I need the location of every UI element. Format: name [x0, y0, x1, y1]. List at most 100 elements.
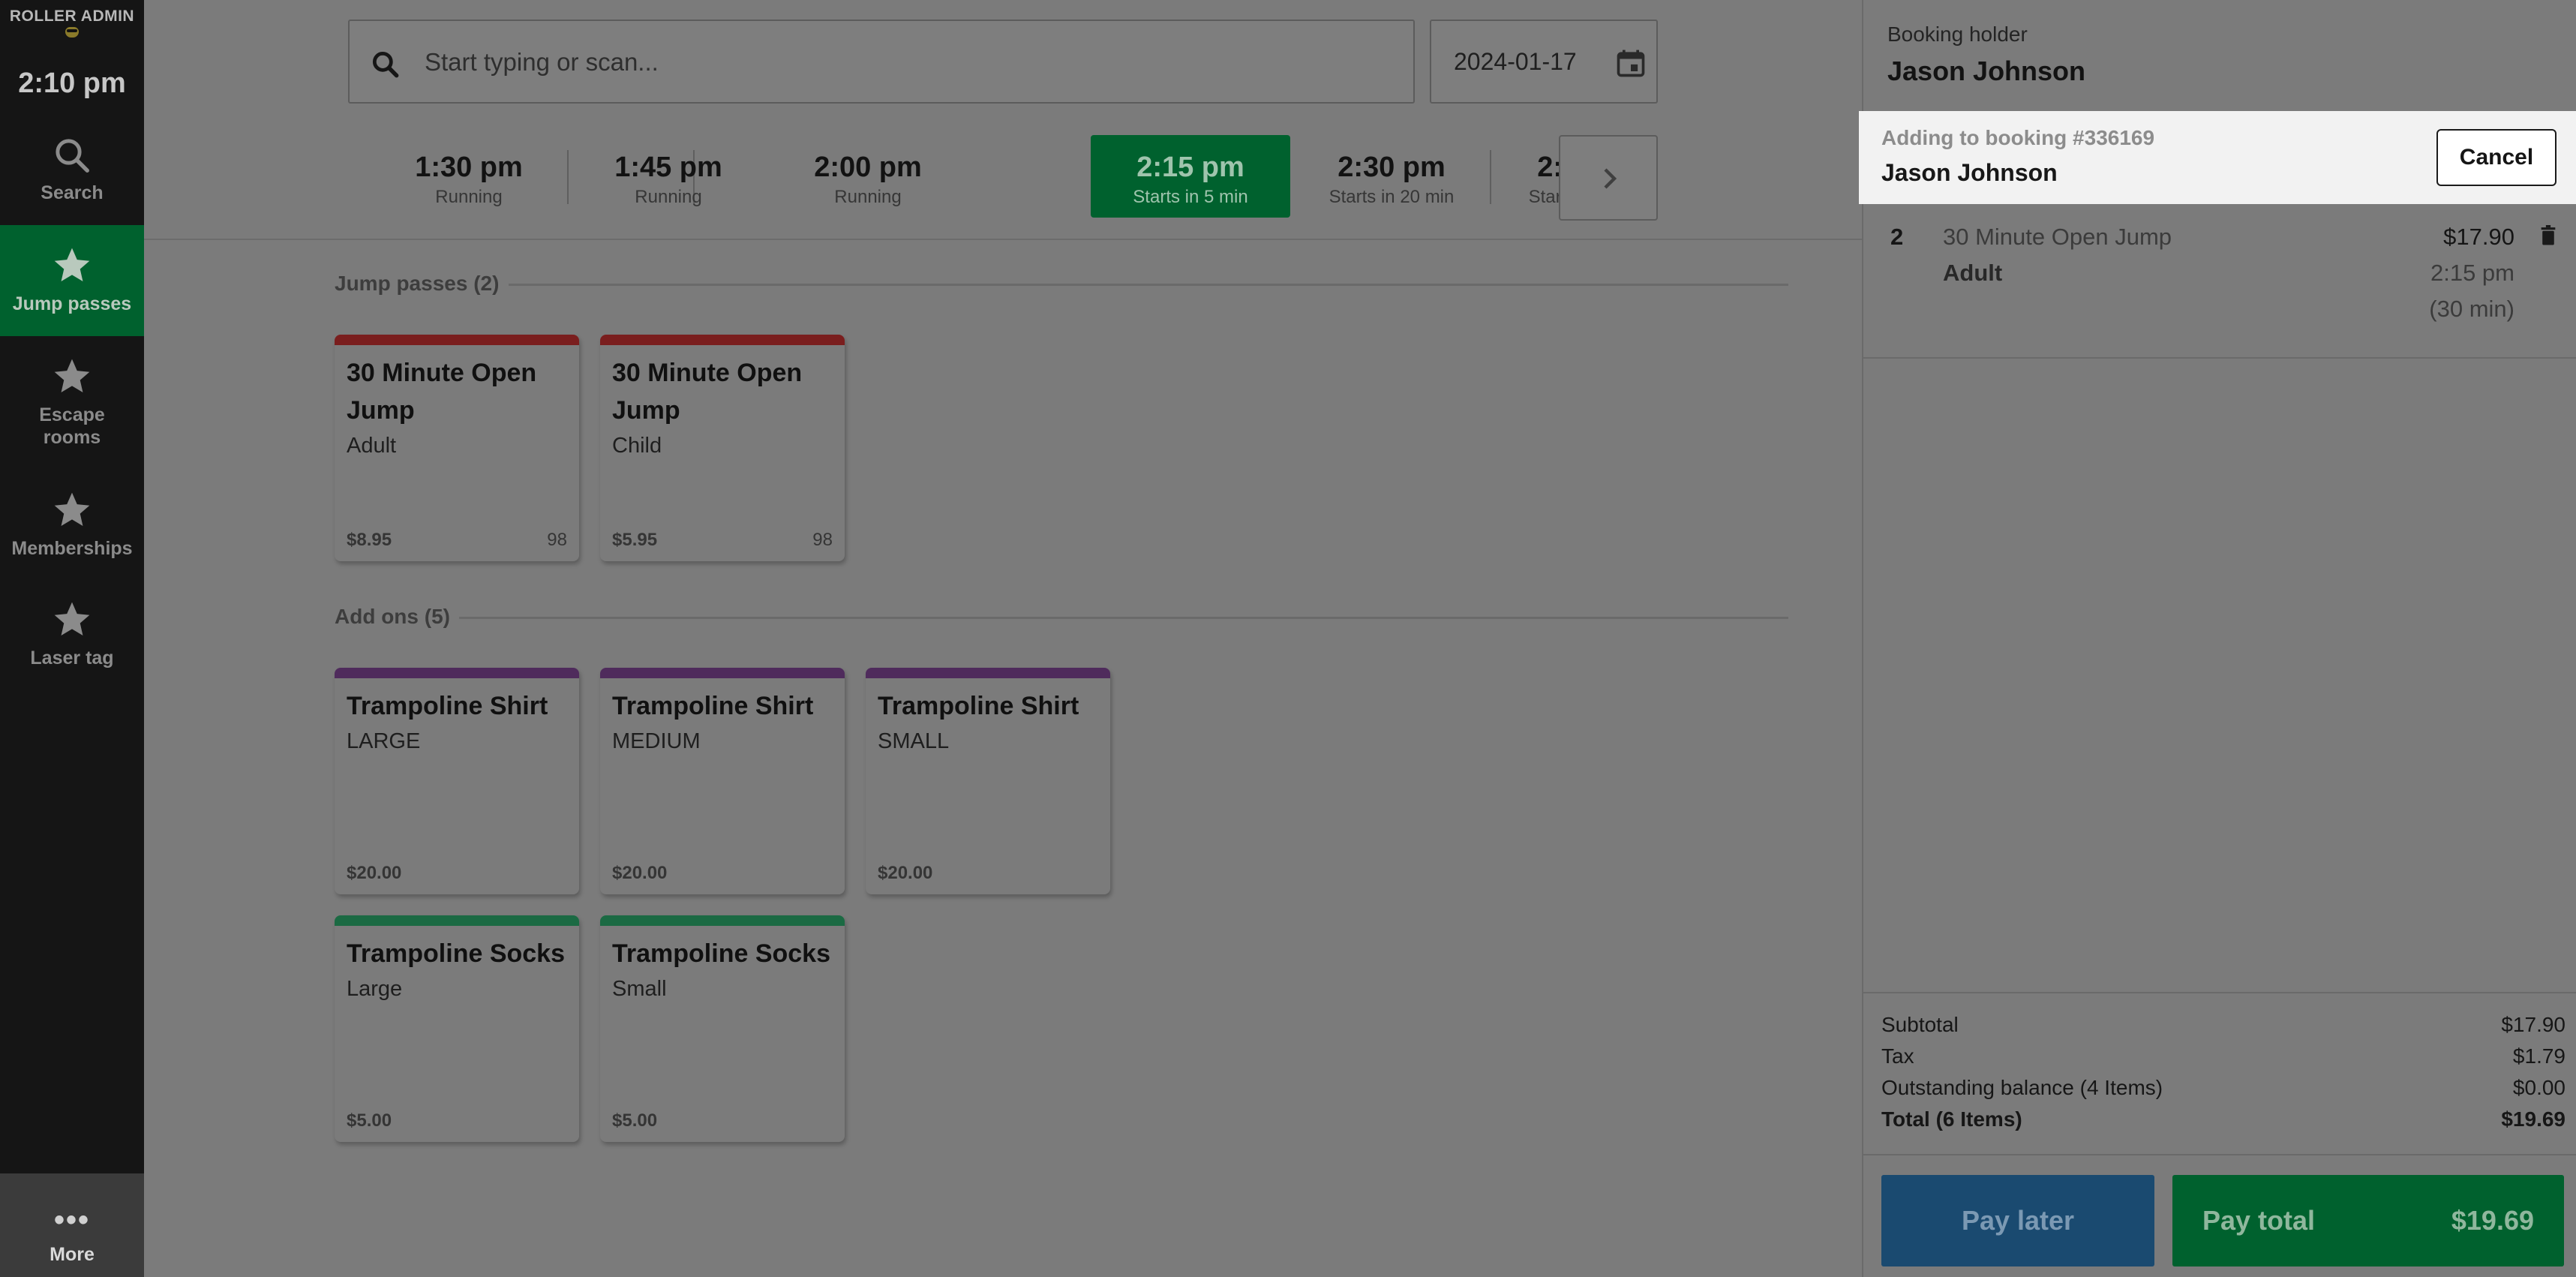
- nav-item-memberships[interactable]: Memberships: [0, 470, 144, 581]
- nav-item-jump-passes[interactable]: Jump passes: [0, 225, 144, 336]
- time-slot[interactable]: 2:00 pm Running: [768, 135, 968, 218]
- card-color-bar: [335, 915, 579, 926]
- card-color-bar: [600, 915, 845, 926]
- search-icon: [56, 139, 89, 173]
- more-dots-icon: •••: [53, 1203, 90, 1236]
- tax-label: Tax: [1881, 1044, 1914, 1068]
- card-price: $20.00: [612, 863, 668, 883]
- time-slot-status: Running: [834, 187, 902, 207]
- top-bar: 2024-01-17 1:30 pm Running 1:45 pm Runni…: [144, 0, 1862, 240]
- brand-name: ROLLER ADMIN: [9, 8, 135, 25]
- time-slot-time: 2:00 pm: [814, 152, 922, 183]
- product-card[interactable]: Trampoline Shirt LARGE $20.00: [335, 668, 579, 894]
- card-subtitle: MEDIUM: [612, 729, 701, 753]
- card-stock: 98: [547, 530, 567, 550]
- time-slot-status: Running: [435, 187, 503, 207]
- subtotal-label: Subtotal: [1881, 1013, 1959, 1036]
- nav-item-label: Jump passes: [12, 293, 132, 314]
- product-card[interactable]: Trampoline Shirt MEDIUM $20.00: [600, 668, 845, 894]
- section-title-add-ons: Add ons (5): [335, 605, 450, 628]
- search-input[interactable]: [425, 44, 1325, 81]
- nav-item-more[interactable]: ••• More: [0, 1173, 144, 1277]
- line-item-quantity: 2: [1890, 224, 1904, 250]
- main-content: 2024-01-17 1:30 pm Running 1:45 pm Runni…: [144, 0, 1862, 1277]
- pay-later-button[interactable]: Pay later: [1881, 1175, 2154, 1266]
- date-picker[interactable]: 2024-01-17: [1430, 20, 1658, 104]
- card-title: Trampoline Shirt: [347, 692, 548, 720]
- star-icon: [54, 602, 90, 635]
- brand: ROLLER ADMIN: [0, 0, 144, 56]
- product-card[interactable]: 30 Minute Open Jump Child $5.95 98: [600, 335, 845, 561]
- time-slot-status: Starts in 20 min: [1329, 187, 1455, 207]
- line-item-time: 2:15 pm: [2430, 260, 2514, 286]
- card-subtitle: LARGE: [347, 729, 421, 753]
- time-slot[interactable]: 2:30 pm Starts in 20 min: [1292, 135, 1491, 218]
- section-title-jump-passes: Jump passes (2): [335, 272, 500, 295]
- card-price: $20.00: [878, 863, 933, 883]
- card-color-bar: [600, 668, 845, 678]
- card-title: Trampoline Shirt: [612, 692, 814, 720]
- total-label: Total (6 Items): [1881, 1107, 2022, 1131]
- nav-item-laser-tag[interactable]: Laser tag: [0, 582, 144, 693]
- nav-item-label: More: [50, 1244, 95, 1265]
- time-slot-time: 2:30 pm: [1338, 152, 1446, 183]
- card-title: Trampoline Shirt: [878, 692, 1079, 720]
- section-divider: [509, 284, 1788, 286]
- section-divider: [459, 617, 1788, 619]
- pay-total-button[interactable]: Pay total $19.69: [2172, 1175, 2564, 1266]
- booking-holder-name: Jason Johnson: [1887, 56, 2086, 86]
- card-stock: 98: [812, 530, 833, 550]
- nav-item-label: Search: [41, 182, 104, 203]
- nav-item-escape-rooms[interactable]: Escape rooms: [0, 338, 144, 468]
- outstanding-label: Outstanding balance (4 Items): [1881, 1076, 2163, 1099]
- tax-value: $1.79: [2512, 1044, 2565, 1068]
- search-icon: [372, 51, 399, 78]
- card-price: $5.00: [612, 1110, 658, 1131]
- subtotal-value: $17.90: [2501, 1013, 2565, 1036]
- time-slot-time: 1:30 pm: [415, 152, 523, 183]
- card-subtitle: Small: [612, 977, 667, 1001]
- time-slot[interactable]: 1:30 pm Running: [369, 135, 569, 218]
- clock: 2:10 pm: [18, 68, 126, 99]
- star-icon: [54, 359, 90, 392]
- time-slot[interactable]: 1:45 pm Running: [569, 135, 768, 218]
- card-title: 30 Minute Open Jump: [347, 359, 537, 425]
- nav-item-label: Memberships: [11, 538, 133, 559]
- card-color-bar: [335, 335, 579, 345]
- product-card[interactable]: 30 Minute Open Jump Adult $8.95 98: [335, 335, 579, 561]
- line-item-amount: $17.90: [2443, 224, 2514, 250]
- card-color-bar: [866, 668, 1110, 678]
- card-price: $8.95: [347, 530, 392, 550]
- adding-to-booking-name: Jason Johnson: [1881, 159, 2058, 186]
- total-value: $19.69: [2501, 1107, 2565, 1131]
- subtotal-row: Subtotal $17.90: [1881, 1013, 2565, 1043]
- booking-panel: Booking holder Jason Johnson Adding to b…: [1859, 0, 2576, 1277]
- product-card[interactable]: Trampoline Shirt SMALL $20.00: [866, 668, 1110, 894]
- outstanding-row: Outstanding balance (4 Items) $0.00: [1881, 1076, 2565, 1106]
- card-subtitle: SMALL: [878, 729, 950, 753]
- product-card[interactable]: Trampoline Socks Small $5.00: [600, 915, 845, 1142]
- cancel-button[interactable]: Cancel: [2436, 129, 2556, 186]
- next-slots-button[interactable]: [1559, 135, 1658, 221]
- trash-icon[interactable]: [2540, 225, 2556, 246]
- adding-to-booking-label: Adding to booking #336169: [1881, 126, 2155, 149]
- time-slot-status: Starts in 5 min: [1133, 187, 1248, 207]
- pay-total-amount: $19.69: [2451, 1205, 2534, 1236]
- product-card[interactable]: Trampoline Socks Large $5.00: [335, 915, 579, 1142]
- tax-row: Tax $1.79: [1881, 1044, 2565, 1074]
- card-color-bar: [600, 335, 845, 345]
- calendar-icon[interactable]: [1614, 47, 1647, 80]
- line-item-name: 30 Minute Open Jump: [1943, 224, 2172, 250]
- total-row: Total (6 Items) $19.69: [1881, 1107, 2565, 1137]
- nav-item-label: Laser tag: [30, 648, 114, 669]
- time-slot-time: 2:15 pm: [1136, 152, 1244, 183]
- time-slot-time: 1:45 pm: [614, 152, 722, 183]
- totals-summary: Subtotal $17.90 Tax $1.79 Outstanding ba…: [1863, 992, 2576, 1155]
- search-box[interactable]: [348, 20, 1415, 104]
- time-slot-selected[interactable]: 2:15 pm Starts in 5 min: [1091, 135, 1290, 218]
- nav-item-search[interactable]: Search: [0, 111, 144, 222]
- line-item-duration: (30 min): [2429, 296, 2514, 322]
- sunglasses-emoji-icon: [65, 27, 79, 38]
- star-icon: [54, 248, 90, 281]
- cart-line-item[interactable]: 2 30 Minute Open Jump Adult $17.90 2:15 …: [1863, 204, 2576, 359]
